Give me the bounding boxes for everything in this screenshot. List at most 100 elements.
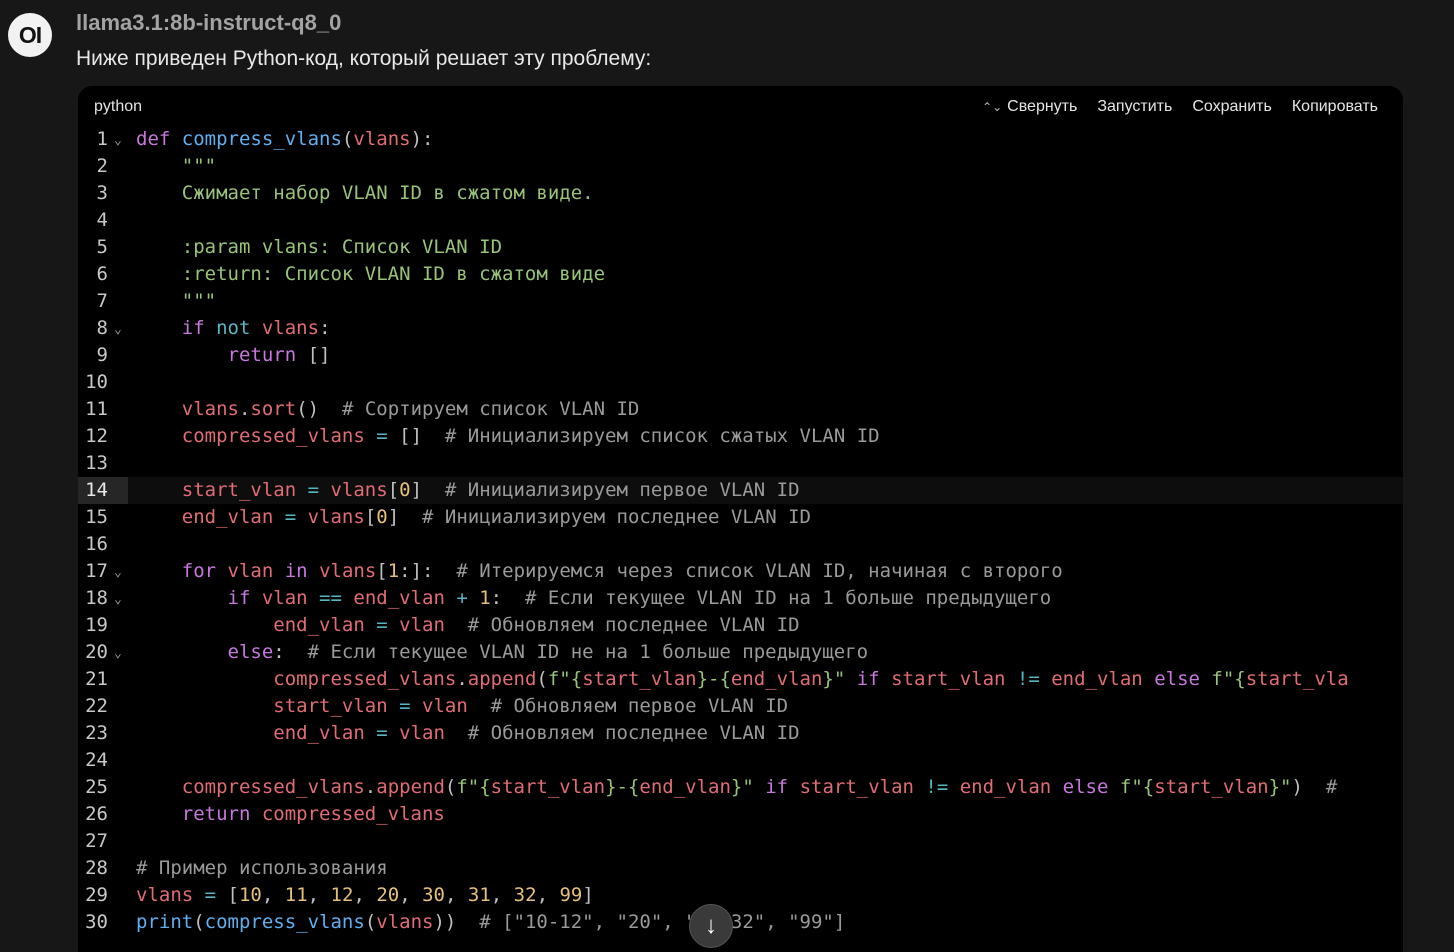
line-number: 28 (85, 857, 108, 879)
code-token: # Инициализируем последнее VLAN ID (422, 506, 811, 528)
code-line[interactable]: 26 return compressed_vlans (78, 801, 1403, 828)
line-number: 3 (96, 182, 108, 204)
code-line[interactable]: 17 ⌄ for vlan in vlans[1:]: # Итерируемся… (78, 558, 1403, 585)
code-token: return (227, 344, 308, 366)
code-token: compress_vlans (204, 911, 365, 933)
code-token: }" (730, 776, 754, 798)
code-line[interactable]: 21 compressed_vlans.append(f"{start_vlan… (78, 666, 1403, 693)
collapse-button[interactable]: ⌃⌄ Свернуть (982, 98, 1077, 116)
code-token: () (296, 398, 342, 420)
line-content: start_vlan = vlans[0] # Инициализируем п… (136, 477, 800, 504)
code-line[interactable]: 14 start_vlan = vlans[0] # Инициализируе… (78, 477, 1403, 504)
code-line[interactable]: 15 end_vlan = vlans[0] # Инициализируем … (78, 504, 1403, 531)
code-token: }" (1268, 776, 1292, 798)
code-token: ] (387, 506, 423, 528)
code-token: if (845, 668, 892, 690)
code-lines[interactable]: 1 ⌄ def compress_vlans(vlans): 2 """ 3 Сжима… (78, 126, 1403, 936)
line-gutter: 22 (78, 693, 128, 720)
line-number: 6 (96, 263, 108, 285)
line-gutter: 18 ⌄ (78, 585, 128, 612)
fold-chevron-icon[interactable]: ⌄ (114, 316, 122, 343)
line-number: 26 (85, 803, 108, 825)
code-token: vlans (376, 911, 434, 933)
fold-chevron-icon[interactable]: ⌄ (114, 586, 122, 613)
line-gutter: 6 (78, 261, 128, 288)
code-token: append (467, 668, 537, 690)
line-number: 14 (85, 479, 108, 501)
code-token: end_vlan (730, 668, 823, 690)
code-token: """ (181, 290, 217, 312)
line-number: 24 (85, 749, 108, 771)
code-line[interactable]: 4 (78, 207, 1403, 234)
code-line[interactable]: 9 return [] (78, 342, 1403, 369)
code-token: , (445, 884, 468, 906)
line-content: else: # Если текущее VLAN ID не на 1 бол… (136, 639, 869, 666)
code-token: # Сортируем список VLAN ID (341, 398, 640, 420)
run-button[interactable]: Запустить (1097, 98, 1172, 116)
code-line[interactable]: 2 """ (78, 153, 1403, 180)
code-token: [] (399, 425, 445, 447)
code-line[interactable]: 27 (78, 828, 1403, 855)
code-line[interactable]: 12 compressed_vlans = [] # Инициализируе… (78, 423, 1403, 450)
code-block-header: python ⌃⌄ Свернуть Запустить Сохранить Ко… (78, 86, 1403, 128)
code-line[interactable]: 20 ⌄ else: # Если текущее VLAN ID не на 1… (78, 639, 1403, 666)
code-token: : (273, 641, 308, 663)
line-gutter: 30 (78, 909, 128, 936)
code-line[interactable]: 30 print(compress_vlans(vlans)) # ["10-12… (78, 909, 1403, 936)
code-line[interactable]: 11 vlans.sort() # Сортируем список VLAN … (78, 396, 1403, 423)
save-button[interactable]: Сохранить (1192, 98, 1272, 116)
code-line[interactable]: 5 :param vlans: Список VLAN ID (78, 234, 1403, 261)
copy-button[interactable]: Копировать (1292, 98, 1378, 116)
code-token: vlans (307, 506, 365, 528)
code-line[interactable]: 3 Сжимает набор VLAN ID в сжатом виде. (78, 180, 1403, 207)
code-line[interactable]: 16 (78, 531, 1403, 558)
scroll-to-bottom-button[interactable]: ↓ (689, 904, 733, 948)
code-line[interactable]: 24 (78, 747, 1403, 774)
line-content: return compressed_vlans (136, 801, 445, 828)
code-token: )) (433, 911, 480, 933)
code-line[interactable]: 23 end_vlan = vlan # Обновляем последнее… (78, 720, 1403, 747)
code-line[interactable]: 7 """ (78, 288, 1403, 315)
code-line[interactable]: 13 (78, 450, 1403, 477)
code-token: # Обновляем последнее VLAN ID (467, 722, 800, 744)
line-content: compressed_vlans.append(f"{start_vlan}-{… (136, 774, 1338, 801)
code-line[interactable]: 6 :return: Список VLAN ID в сжатом виде (78, 261, 1403, 288)
code-line[interactable]: 22 start_vlan = vlan # Обновляем первое … (78, 693, 1403, 720)
code-token: if (181, 317, 217, 339)
code-token: 10 (238, 884, 262, 906)
code-line[interactable]: 18 ⌄ if vlan == end_vlan + 1: # Если теку… (78, 585, 1403, 612)
code-token: . (364, 776, 377, 798)
code-token: = (273, 506, 308, 528)
code-line[interactable]: 19 end_vlan = vlan # Обновляем последнее… (78, 612, 1403, 639)
fold-chevron-icon[interactable]: ⌄ (114, 559, 122, 586)
line-content: def compress_vlans(vlans): (136, 126, 433, 153)
code-token: :param vlans: Список VLAN ID (181, 236, 503, 258)
code-line[interactable]: 28 # Пример использования (78, 855, 1403, 882)
line-content: vlans = [10, 11, 12, 20, 30, 31, 32, 99] (136, 882, 594, 909)
code-token: compressed_vlans (273, 668, 457, 690)
line-number: 17 (85, 560, 108, 582)
line-content: print(compress_vlans(vlans)) # ["10-12",… (136, 909, 845, 936)
line-number: 4 (96, 209, 108, 231)
code-line[interactable]: 1 ⌄ def compress_vlans(vlans): (78, 126, 1403, 153)
line-content: """ (136, 288, 216, 315)
code-token: 31 (467, 884, 491, 906)
code-line[interactable]: 25 compressed_vlans.append(f"{start_vlan… (78, 774, 1403, 801)
code-line[interactable]: 29 vlans = [10, 11, 12, 20, 30, 31, 32, 9… (78, 882, 1403, 909)
code-token: :]: (399, 560, 457, 582)
code-line[interactable]: 8 ⌄ if not vlans: (78, 315, 1403, 342)
code-token: != (1005, 668, 1052, 690)
fold-chevron-icon[interactable]: ⌄ (114, 127, 122, 154)
fold-chevron-icon[interactable]: ⌄ (114, 640, 122, 667)
code-token: 12 (330, 884, 354, 906)
model-avatar: OI (8, 13, 52, 57)
line-gutter: 7 (78, 288, 128, 315)
code-line[interactable]: 10 (78, 369, 1403, 396)
code-token: start_vlan (490, 776, 606, 798)
